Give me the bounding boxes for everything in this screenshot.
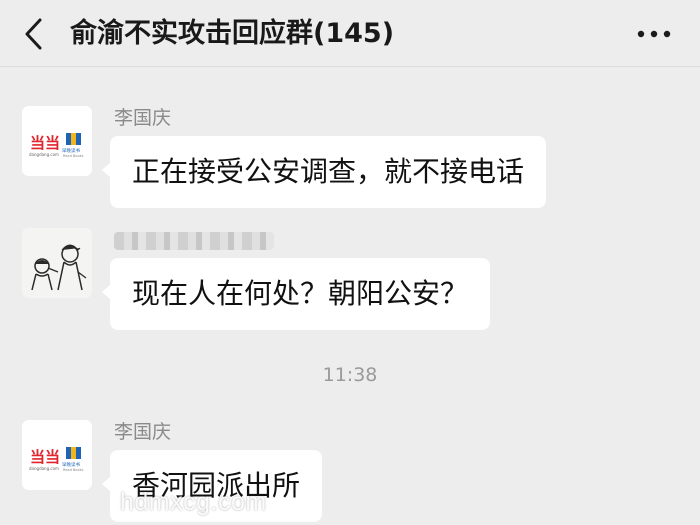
sketch-figures-avatar-icon (22, 228, 92, 298)
sender-name-obscured (114, 232, 274, 250)
sender-avatar[interactable]: 当当 dangdang.com 早晚读书 Read Books (22, 420, 92, 490)
avatar-brand-url: dangdang.com (29, 466, 59, 471)
avatar-brand-text: 当当 (30, 448, 60, 466)
avatar-read-en: Read Books (63, 154, 84, 158)
chat-header: 俞渝不实攻击回应群(145) (0, 0, 700, 67)
sender-avatar[interactable] (22, 228, 92, 298)
watermark-text: hdmxcg.com (120, 488, 267, 516)
chevron-left-icon (25, 18, 42, 50)
sender-name: 李国庆 (114, 421, 172, 443)
avatar-brand-text: 当当 (30, 134, 60, 152)
avatar-brand-url: dangdang.com (29, 152, 59, 157)
sender-avatar[interactable]: 当当 dangdang.com 早晚读书 Read Books (22, 106, 92, 176)
message-bubble[interactable]: 现在人在何处？朝阳公安？ (101, 258, 491, 330)
message-timestamp: 11:38 (322, 364, 378, 386)
avatar-read-text: 早晚读书 (62, 147, 80, 154)
chat-title: 俞渝不实攻击回应群(145) (70, 18, 395, 49)
avatar-read-text: 早晚读书 (62, 461, 80, 468)
message-bubble[interactable]: 正在接受公安调查，就不接电话 (101, 136, 547, 208)
more-dots-icon (637, 30, 671, 38)
sender-name: 李国庆 (114, 107, 172, 129)
dangdang-logo-avatar-icon: 当当 dangdang.com 早晚读书 Read Books (22, 420, 92, 490)
more-button[interactable] (632, 14, 676, 54)
avatar-read-en: Read Books (63, 468, 84, 472)
back-button[interactable] (14, 14, 54, 54)
dangdang-logo-avatar-icon: 当当 dangdang.com 早晚读书 Read Books (22, 106, 92, 176)
